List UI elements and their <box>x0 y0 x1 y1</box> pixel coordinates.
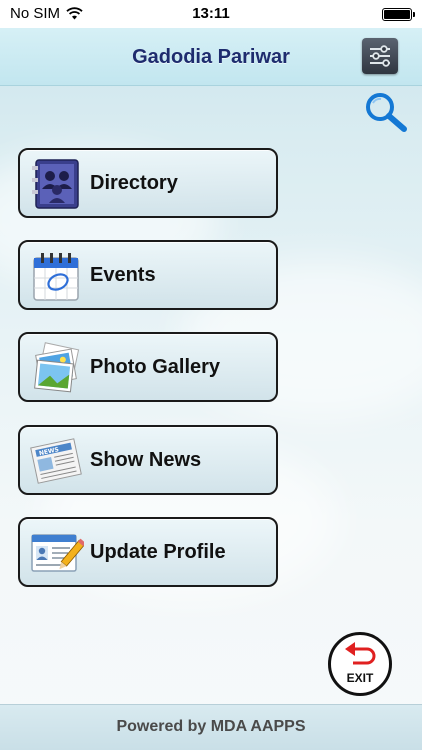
settings-sliders-icon <box>370 45 390 67</box>
photo-gallery-label: Photo Gallery <box>90 356 221 378</box>
show-news-label: Show News <box>90 449 202 471</box>
calendar-icon <box>33 253 79 301</box>
powered-by-text: Powered by MDA AAPPS <box>116 718 306 735</box>
page-title: Gadodia Pariwar <box>132 46 290 68</box>
exit-button[interactable]: EXIT <box>328 632 392 696</box>
status-time: 13:11 <box>192 5 230 22</box>
profile-card-icon <box>31 534 84 572</box>
status-bar: No SIM 13:11 <box>0 0 422 28</box>
app-screen: No SIM 13:11 Gadodia Pariwar Directory E… <box>0 0 422 750</box>
navigation-bar: Gadodia Pariwar <box>0 28 422 86</box>
photo-gallery-icon <box>34 342 80 393</box>
photo-gallery-button[interactable]: Photo Gallery <box>18 332 278 402</box>
update-profile-button[interactable]: Update Profile <box>18 517 278 587</box>
events-label: Events <box>90 264 156 286</box>
search-icon <box>366 93 407 132</box>
directory-button[interactable]: Directory <box>18 148 278 218</box>
settings-button[interactable] <box>362 38 398 74</box>
search-button[interactable] <box>360 90 410 134</box>
exit-label: EXIT <box>346 671 374 685</box>
events-button[interactable]: Events <box>18 240 278 310</box>
directory-book-icon <box>32 159 79 209</box>
battery-icon <box>382 8 415 21</box>
directory-label: Directory <box>90 172 178 194</box>
battery-fill <box>384 10 410 19</box>
footer-bar: Powered by MDA AAPPS <box>0 704 422 750</box>
newspaper-icon: NEWS <box>30 438 82 484</box>
show-news-button[interactable]: NEWS Show News <box>18 425 278 495</box>
update-profile-label: Update Profile <box>90 541 226 563</box>
